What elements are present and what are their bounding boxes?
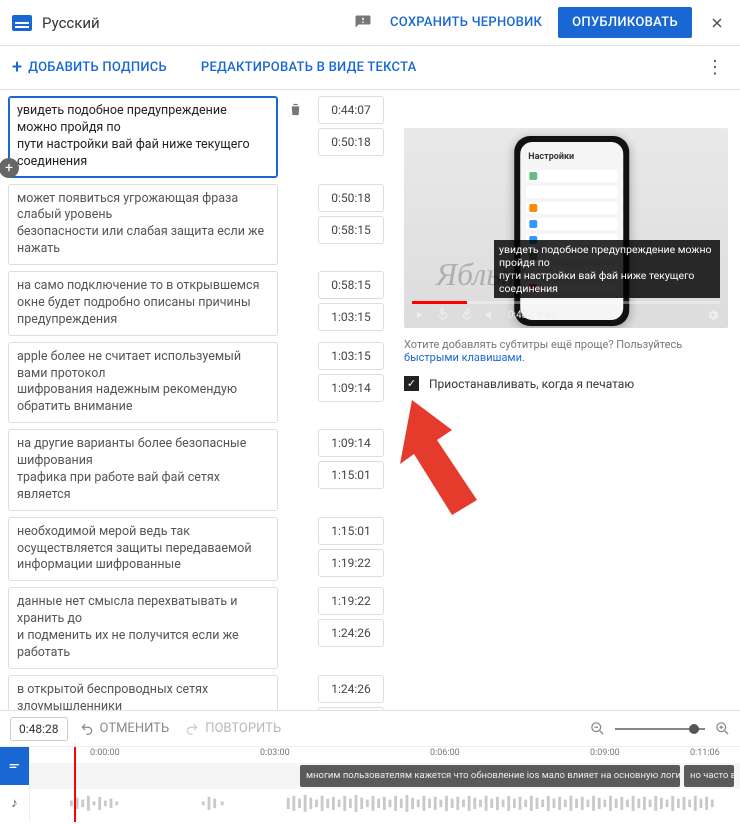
segment-text[interactable]: в открытой беспроводных сетях злоумышлен… xyxy=(8,675,278,710)
video-time: 0:48 / 4:43 xyxy=(508,310,556,321)
timeline-footer: 0:48:28 ОТМЕНИТЬ ПОВТОРИТЬ ♪ 0:00:00 0:03… xyxy=(0,710,740,822)
phone-screen-title: Настройки xyxy=(528,152,574,162)
segment-text[interactable]: на само подключение то в открывшемся окн… xyxy=(8,271,278,336)
keyboard-hint: Хотите добавлять субтитры ещё проще? Пол… xyxy=(404,338,728,364)
ruler-tick: 0:09:00 xyxy=(590,748,620,758)
timeline-caption-block[interactable]: но часто в xyxy=(684,765,734,787)
segment-text[interactable]: на другие варианты более безопасные шифр… xyxy=(8,429,278,511)
undo-button[interactable]: ОТМЕНИТЬ xyxy=(80,721,170,736)
segment-end-time[interactable]: 0:58:15 xyxy=(318,216,384,244)
ruler-tick: 0:06:00 xyxy=(430,748,460,758)
segment-start-time[interactable]: 1:03:15 xyxy=(318,342,384,370)
segment-text[interactable]: apple более не считает используемый вами… xyxy=(8,342,278,424)
annotation-arrow xyxy=(382,400,492,520)
segment-start-time[interactable]: 0:50:18 xyxy=(318,184,384,212)
caption-segment[interactable]: в открытой беспроводных сетях злоумышлен… xyxy=(8,675,384,710)
segment-end-time[interactable]: 1:19:22 xyxy=(318,549,384,577)
publish-button[interactable]: ОПУБЛИКОВАТЬ xyxy=(558,7,692,38)
segments-panel: + увидеть подобное предупреждение можно … xyxy=(0,90,392,710)
pause-while-typing-row[interactable]: ✓ Приостанавливать, когда я печатаю xyxy=(404,376,728,391)
subtitles-icon xyxy=(12,15,32,31)
segment-end-time[interactable]: 1:09:14 xyxy=(318,374,384,402)
feedback-icon[interactable] xyxy=(352,12,374,34)
add-segment-bubble[interactable]: + xyxy=(0,158,19,178)
segment-start-time[interactable]: 1:15:01 xyxy=(318,517,384,545)
caption-segment[interactable]: увидеть подобное предупреждение можно пр… xyxy=(8,96,384,178)
segment-start-time[interactable]: 1:24:26 xyxy=(318,675,384,703)
timeline-caption-block[interactable]: многим пользователям кажется что обновле… xyxy=(300,765,680,787)
caption-segment[interactable]: данные нет смысла перехватывать и хранит… xyxy=(8,587,384,669)
editor-toolbar: + ДОБАВИТЬ ПОДПИСЬ РЕДАКТИРОВАТЬ В ВИДЕ … xyxy=(0,46,740,90)
caption-track[interactable]: многим пользователям кажется что обновле… xyxy=(30,763,740,789)
preview-panel: Яблык Настройки увидеть подобное предупр… xyxy=(392,90,740,710)
audio-track[interactable] xyxy=(30,789,740,819)
segment-end-time[interactable]: 1:24:26 xyxy=(318,619,384,647)
video-player[interactable]: Яблык Настройки увидеть подобное предупр… xyxy=(404,128,728,328)
segment-end-time[interactable]: 1:15:01 xyxy=(318,461,384,489)
pause-while-typing-label: Приостанавливать, когда я печатаю xyxy=(429,377,634,391)
add-caption-button[interactable]: + ДОБАВИТЬ ПОДПИСЬ xyxy=(12,60,167,75)
segment-text[interactable]: данные нет смысла перехватывать и хранит… xyxy=(8,587,278,669)
caption-segment[interactable]: apple более не считает используемый вами… xyxy=(8,342,384,424)
caption-segment[interactable]: на само подключение то в открывшемся окн… xyxy=(8,271,384,336)
segment-start-time[interactable]: 0:44:07 xyxy=(318,96,384,124)
segment-start-time[interactable]: 1:09:14 xyxy=(318,429,384,457)
forward-icon[interactable] xyxy=(460,308,474,322)
undo-label: ОТМЕНИТЬ xyxy=(100,721,170,736)
audio-track-tab[interactable]: ♪ xyxy=(0,785,29,823)
ruler-tick: 0:11:06 xyxy=(690,748,720,758)
segment-text[interactable]: может появиться угрожающая фраза слабый … xyxy=(8,184,278,266)
play-icon[interactable] xyxy=(412,308,426,322)
header: Русский СОХРАНИТЬ ЧЕРНОВИК ОПУБЛИКОВАТЬ xyxy=(0,0,740,46)
language-title: Русский xyxy=(42,14,100,32)
segment-end-time[interactable]: 1:29:01 xyxy=(318,707,384,710)
settings-gear-icon[interactable] xyxy=(706,308,720,322)
close-icon[interactable] xyxy=(706,12,728,34)
checkbox-icon[interactable]: ✓ xyxy=(404,376,419,391)
zoom-slider[interactable] xyxy=(615,728,705,730)
playhead[interactable] xyxy=(74,747,76,822)
caption-segment[interactable]: может появиться угрожающая фраза слабый … xyxy=(8,184,384,266)
caption-track-tab[interactable] xyxy=(0,747,29,785)
rewind-icon[interactable] xyxy=(436,308,450,322)
caption-segment[interactable]: необходимой мерой ведь так осуществляетс… xyxy=(8,517,384,582)
redo-label: ПОВТОРИТЬ xyxy=(205,721,281,736)
edit-as-text-button[interactable]: РЕДАКТИРОВАТЬ В ВИДЕ ТЕКСТА xyxy=(201,60,417,75)
ruler-tick: 0:00:00 xyxy=(90,748,120,758)
add-caption-label: ДОБАВИТЬ ПОДПИСЬ xyxy=(28,60,167,75)
volume-icon[interactable] xyxy=(484,308,498,322)
redo-button[interactable]: ПОВТОРИТЬ xyxy=(185,721,281,736)
segment-start-time[interactable]: 1:19:22 xyxy=(318,587,384,615)
save-draft-button[interactable]: СОХРАНИТЬ ЧЕРНОВИК xyxy=(390,15,542,30)
more-options-icon[interactable]: ⋮ xyxy=(702,57,728,78)
timeline-ruler[interactable]: 0:00:00 0:03:00 0:06:00 0:09:00 0:11:06 xyxy=(30,747,740,763)
hotkeys-link[interactable]: быстрыми клавишами xyxy=(404,351,522,364)
zoom-out-icon[interactable] xyxy=(590,721,605,736)
segment-end-time[interactable]: 0:50:18 xyxy=(318,128,384,156)
current-time-input[interactable]: 0:48:28 xyxy=(10,717,68,741)
segment-text[interactable]: увидеть подобное предупреждение можно пр… xyxy=(8,96,278,178)
segment-start-time[interactable]: 0:58:15 xyxy=(318,271,384,299)
zoom-in-icon[interactable] xyxy=(715,721,730,736)
delete-segment-icon[interactable] xyxy=(284,102,306,117)
caption-overlay: увидеть подобное предупреждение можно пр… xyxy=(494,240,720,299)
caption-segment[interactable]: на другие варианты более безопасные шифр… xyxy=(8,429,384,511)
watermark: Яблык xyxy=(436,256,523,293)
ruler-tick: 0:03:00 xyxy=(260,748,290,758)
segment-end-time[interactable]: 1:03:15 xyxy=(318,303,384,331)
segment-text[interactable]: необходимой мерой ведь так осуществляетс… xyxy=(8,517,278,582)
